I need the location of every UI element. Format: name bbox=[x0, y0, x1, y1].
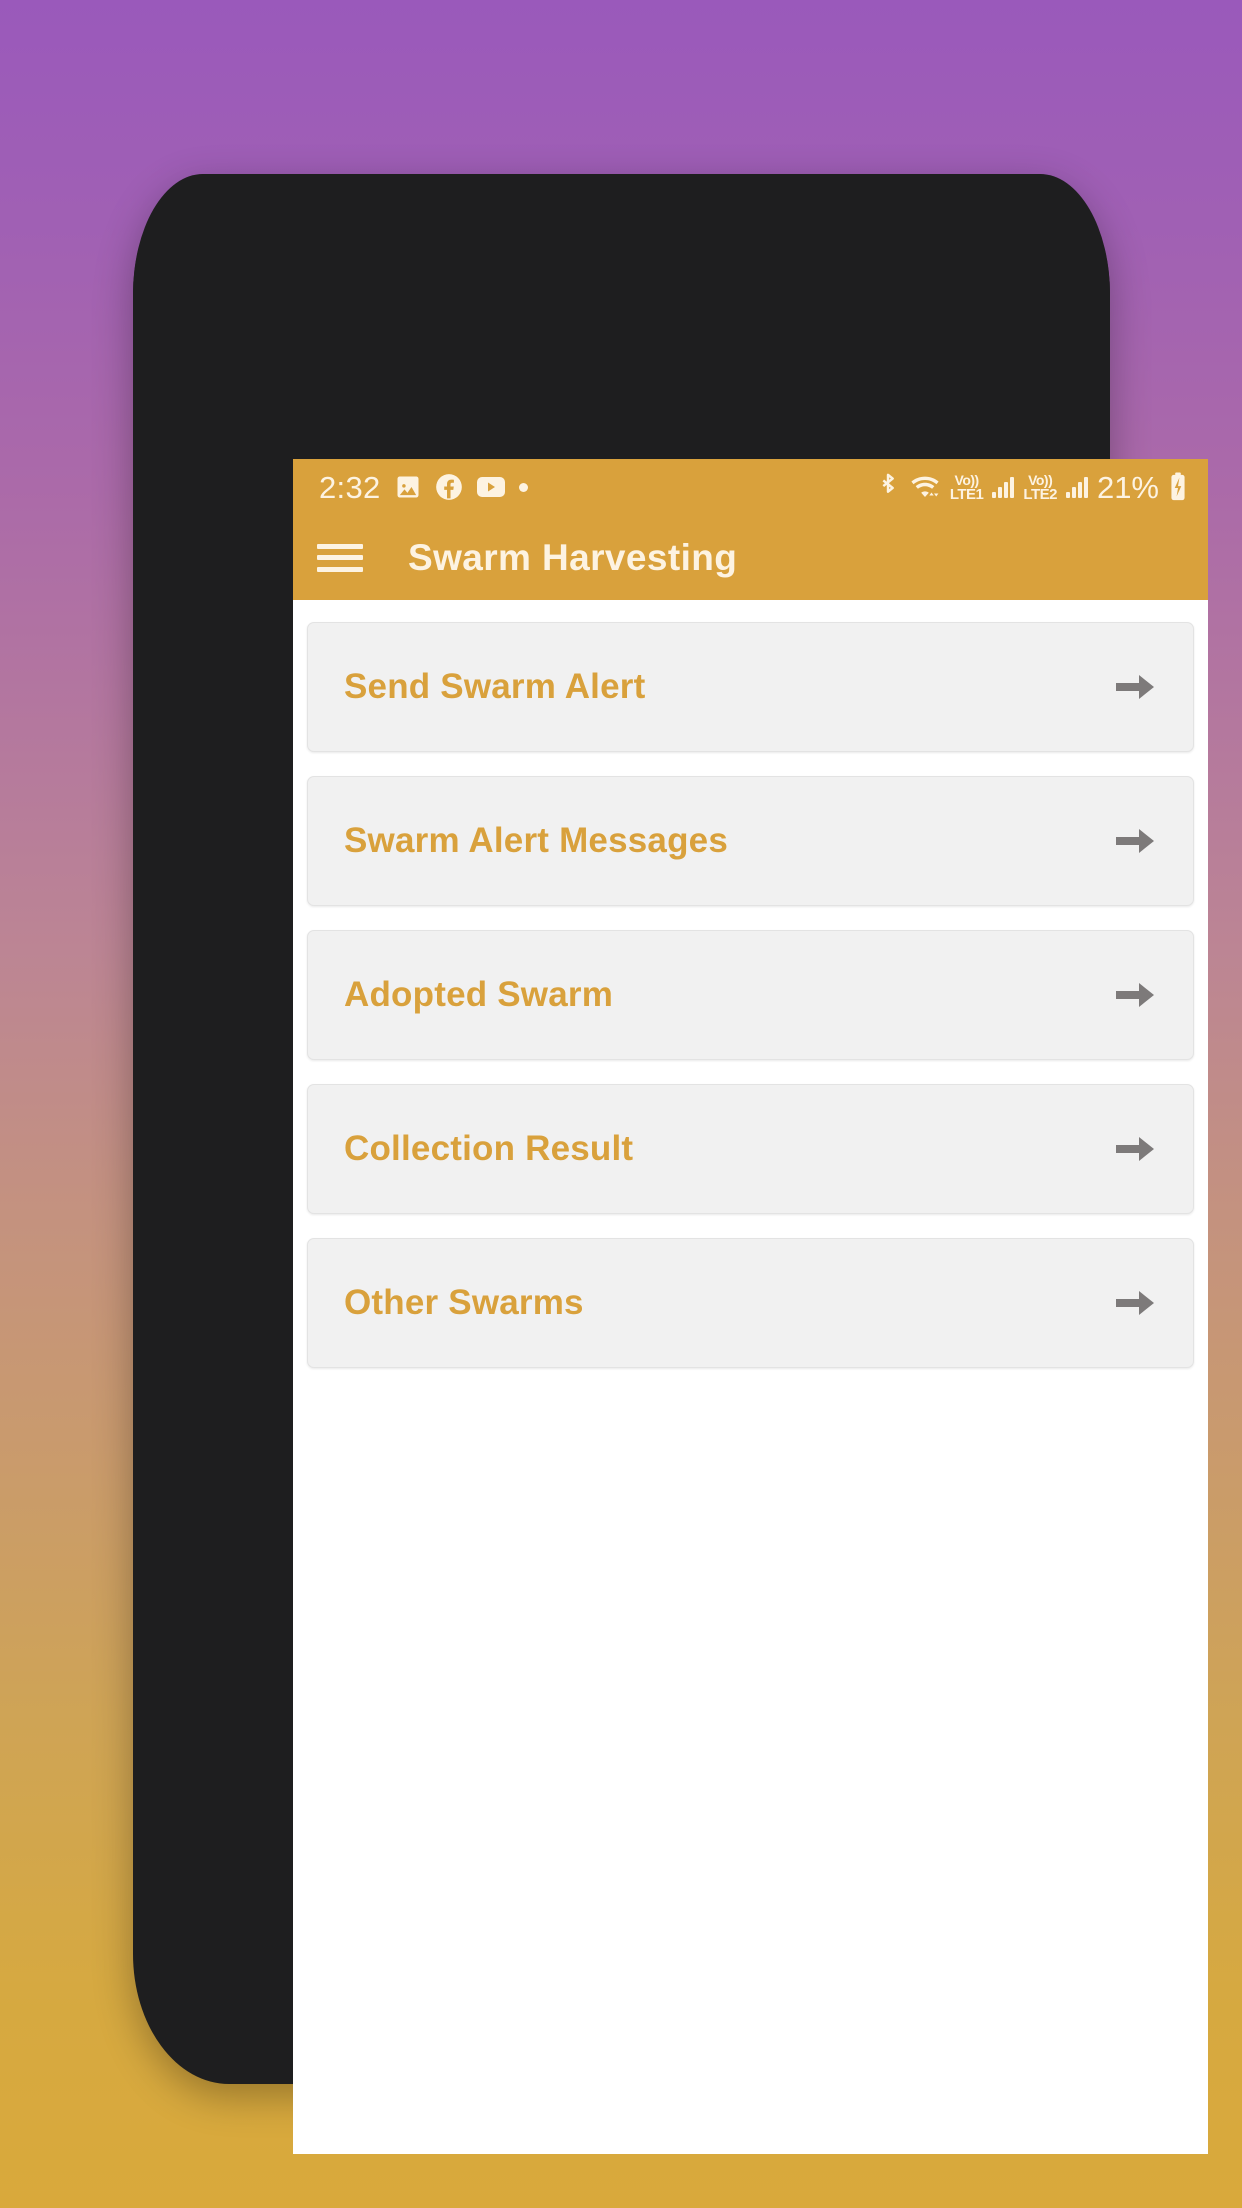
battery-percentage: 21% bbox=[1096, 469, 1159, 505]
list-item-swarm-alert-messages[interactable]: Swarm Alert Messages bbox=[307, 776, 1194, 906]
arrow-right-icon bbox=[1111, 1129, 1159, 1169]
list-item-collection-result[interactable]: Collection Result bbox=[307, 1084, 1194, 1214]
list-item-send-swarm-alert[interactable]: Send Swarm Alert bbox=[307, 622, 1194, 752]
status-bar: 2:32 Vo)) LTE1 Vo)) LTE2 21% bbox=[293, 459, 1208, 515]
sim2-signal-bars bbox=[1065, 476, 1088, 498]
status-bar-left-group: 2:32 bbox=[319, 472, 528, 503]
wifi-icon bbox=[909, 473, 941, 501]
phone-frame: 2:32 Vo)) LTE1 Vo)) LTE2 21% Swarm Harve… bbox=[133, 174, 1208, 2154]
list-item-adopted-swarm[interactable]: Adopted Swarm bbox=[307, 930, 1194, 1060]
list-item-other-swarms[interactable]: Other Swarms bbox=[307, 1238, 1194, 1368]
image-icon bbox=[394, 473, 422, 501]
app-bar: Swarm Harvesting bbox=[293, 515, 1208, 600]
list-item-label: Adopted Swarm bbox=[344, 975, 614, 1014]
facebook-icon bbox=[435, 473, 463, 501]
phone-screen: 2:32 Vo)) LTE1 Vo)) LTE2 21% Swarm Harve… bbox=[293, 459, 1208, 2154]
list-item-label: Collection Result bbox=[344, 1129, 634, 1168]
sim1-volte-indicator: Vo)) LTE1 bbox=[949, 471, 984, 503]
status-bar-clock: 2:32 bbox=[319, 469, 381, 505]
main-content: Send Swarm Alert Swarm Alert Messages Ad… bbox=[293, 600, 1208, 2154]
youtube-icon bbox=[476, 475, 506, 499]
sim2-volte-indicator: Vo)) LTE2 bbox=[1023, 471, 1057, 503]
arrow-right-icon bbox=[1111, 1283, 1159, 1323]
sim1-signal-bars bbox=[992, 476, 1015, 498]
bluetooth-icon bbox=[876, 472, 900, 502]
page-title: Swarm Harvesting bbox=[408, 536, 738, 578]
arrow-right-icon bbox=[1111, 821, 1159, 861]
dot-icon bbox=[518, 482, 528, 492]
arrow-right-icon bbox=[1111, 975, 1159, 1015]
list-item-label: Swarm Alert Messages bbox=[344, 821, 728, 860]
list-item-label: Other Swarms bbox=[344, 1283, 584, 1322]
list-item-label: Send Swarm Alert bbox=[344, 667, 646, 706]
hamburger-menu-icon[interactable] bbox=[317, 541, 363, 575]
status-bar-right-group: Vo)) LTE1 Vo)) LTE2 21% bbox=[876, 472, 1188, 503]
battery-charging-icon bbox=[1168, 472, 1188, 502]
arrow-right-icon bbox=[1111, 667, 1159, 707]
